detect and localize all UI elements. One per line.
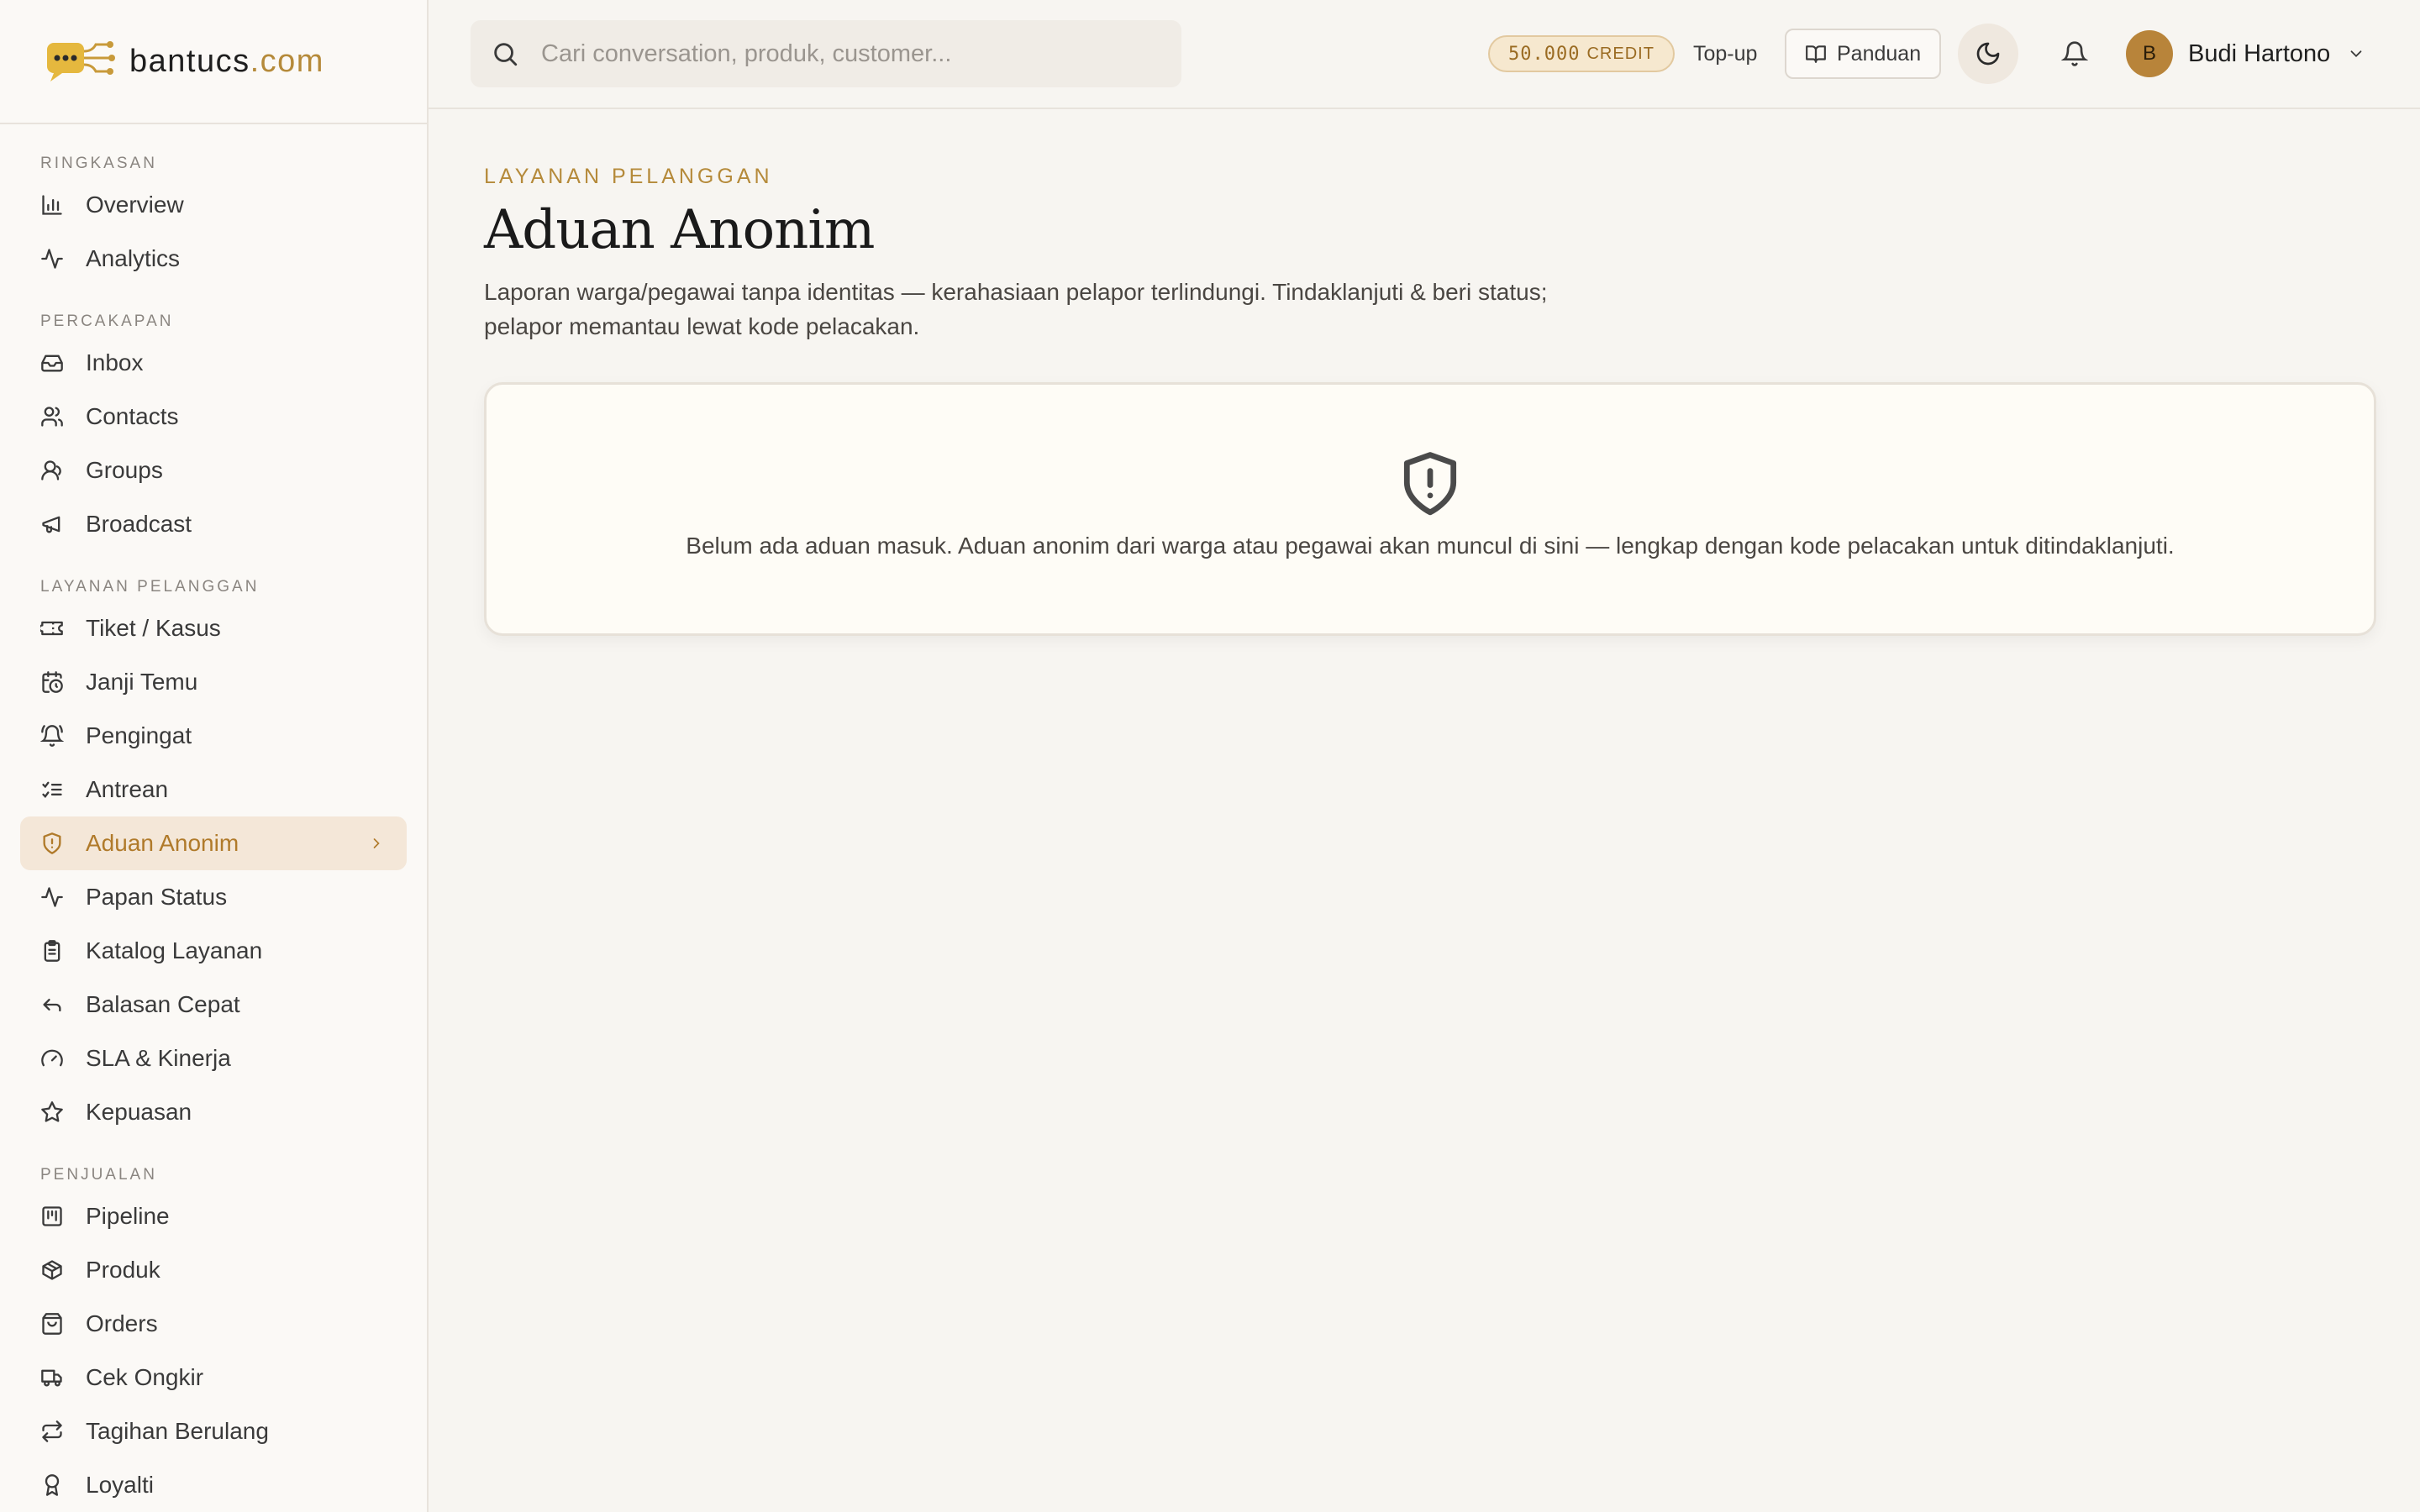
user-name: Budi Hartono — [2188, 39, 2331, 67]
empty-state-card: Belum ada aduan masuk. Aduan anonim dari… — [484, 382, 2376, 636]
shield-alert-icon — [43, 832, 61, 854]
sidebar-item-pipeline[interactable]: Pipeline — [20, 1189, 407, 1243]
truck-icon — [41, 1369, 62, 1387]
sidebar-item-antrean[interactable]: Antrean — [20, 763, 407, 816]
avatar: B — [2126, 30, 2173, 77]
sidebar-item-orders[interactable]: Orders — [20, 1297, 407, 1351]
sidebar-item-tagihan-berulang[interactable]: Tagihan Berulang — [20, 1404, 407, 1458]
bell-icon — [2061, 41, 2088, 66]
page-title: Aduan Anonim — [484, 199, 875, 261]
megaphone-icon — [42, 516, 60, 533]
sidebar-item-sla-kinerja[interactable]: SLA & Kinerja — [20, 1032, 407, 1085]
package-icon — [42, 1260, 62, 1280]
sidebar-item-inbox[interactable]: Inbox — [20, 336, 407, 390]
list-checks-icon — [42, 781, 62, 798]
sidebar-item-papan-status[interactable]: Papan Status — [20, 870, 407, 924]
empty-state-text: Belum ada aduan masuk. Aduan anonim dari… — [686, 533, 2175, 559]
search-icon — [494, 43, 518, 66]
star-icon — [41, 1101, 63, 1122]
sidebar-item-kepuasan[interactable]: Kepuasan — [20, 1085, 407, 1139]
inbox-icon — [41, 354, 63, 372]
clipboard-list-icon — [44, 940, 60, 962]
sidebar-item-balasan-cepat[interactable]: Balasan Cepat — [20, 978, 407, 1032]
sidebar-item-cek-ongkir[interactable]: Cek Ongkir — [20, 1351, 407, 1404]
search-bar[interactable] — [471, 20, 1181, 87]
kanban-icon — [42, 1206, 62, 1226]
sidebar-nav: RINGKASAN Overview Analytics PERCAKAPAN … — [0, 124, 427, 1512]
activity-icon — [41, 887, 63, 907]
theme-toggle-button[interactable] — [1958, 24, 2018, 84]
topup-link[interactable]: Top-up — [1693, 37, 1757, 71]
search-input[interactable] — [539, 39, 1181, 69]
brand-name: bantucs.com — [129, 43, 324, 79]
user-group-icon — [41, 460, 61, 480]
sidebar-item-groups[interactable]: Groups — [20, 444, 407, 497]
calendar-clock-icon — [42, 671, 63, 693]
brand[interactable]: bantucs.com — [0, 0, 427, 124]
page-description: Laporan warga/pegawai tanpa identitas — … — [484, 279, 1548, 339]
topbar: 50.000 CREDIT Top-up Panduan B Budi Hart… — [429, 0, 2420, 109]
bell-ring-icon — [40, 725, 64, 747]
section-label-ringkasan: RINGKASAN — [40, 155, 157, 172]
sidebar-item-loyalti[interactable]: Loyalti — [20, 1458, 407, 1512]
chevron-right-icon — [373, 838, 380, 848]
reply-icon — [43, 999, 61, 1012]
shopping-bag-icon — [42, 1313, 62, 1335]
user-menu[interactable]: B Budi Hartono — [2126, 25, 2365, 82]
notifications-button[interactable] — [2046, 25, 2103, 82]
main-content: LAYANAN PELANGGAN Aduan Anonim Laporan w… — [484, 109, 2376, 636]
gauge-icon — [41, 1049, 63, 1067]
section-label-layanan: LAYANAN PELANGGAN — [40, 578, 260, 596]
credit-badge[interactable]: 50.000 CREDIT — [1488, 35, 1675, 72]
sidebar-item-produk[interactable]: Produk — [20, 1243, 407, 1297]
book-open-icon — [1806, 45, 1826, 63]
award-icon — [45, 1474, 60, 1496]
panduan-button[interactable]: Panduan — [1785, 29, 1942, 79]
sidebar-item-overview[interactable]: Overview — [20, 178, 407, 232]
section-label-penjualan: PENJUALAN — [40, 1166, 157, 1184]
sidebar-item-janji-temu[interactable]: Janji Temu — [20, 655, 407, 709]
sidebar-item-pengingat[interactable]: Pengingat — [20, 709, 407, 763]
section-label-percakapan: PERCAKAPAN — [40, 312, 174, 330]
chevron-down-icon — [2350, 50, 2362, 58]
bar-chart-icon — [42, 195, 62, 215]
sidebar-item-katalog-layanan[interactable]: Katalog Layanan — [20, 924, 407, 978]
activity-icon — [41, 249, 63, 269]
shield-alert-icon — [1403, 452, 1457, 516]
users-icon — [41, 407, 63, 427]
ticket-icon — [40, 621, 63, 636]
sidebar-item-broadcast[interactable]: Broadcast — [20, 497, 407, 551]
sidebar-item-tiket[interactable]: Tiket / Kasus — [20, 601, 407, 655]
sidebar-item-aduan-anonim[interactable]: Aduan Anonim — [20, 816, 407, 870]
page-eyebrow: LAYANAN PELANGGAN — [484, 165, 773, 188]
moon-icon — [1976, 42, 2000, 66]
sidebar-item-analytics[interactable]: Analytics — [20, 232, 407, 286]
sidebar-item-contacts[interactable]: Contacts — [20, 390, 407, 444]
sidebar: bantucs.com RINGKASAN Overview Analytics… — [0, 0, 429, 1512]
chat-bubble-logo-icon — [47, 41, 115, 81]
repeat-icon — [42, 1420, 62, 1442]
